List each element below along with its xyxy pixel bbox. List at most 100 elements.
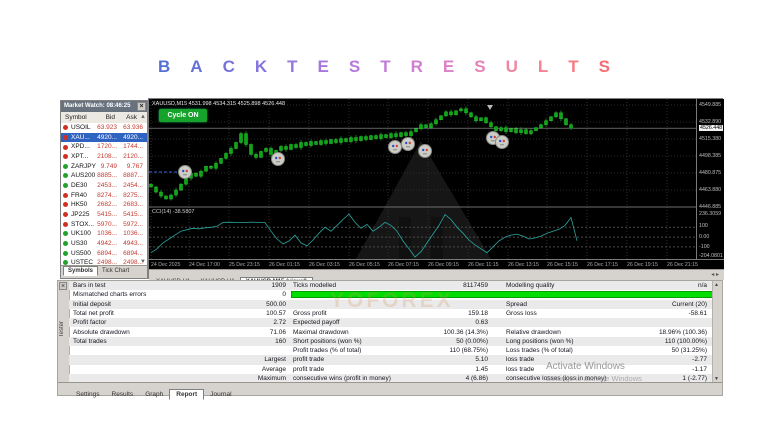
symbol-status-icon (63, 250, 68, 256)
market-watch-row[interactable]: STOX... 5970... 5972... (61, 219, 147, 230)
price-chart (149, 99, 696, 259)
report-value: -2.77 (692, 356, 707, 364)
report-label: Long positions (won %) (506, 337, 574, 345)
bid-value: 4920... (97, 133, 117, 141)
report-label: profit trade (293, 365, 325, 373)
indicator-axis-label: 236.3059 (699, 211, 722, 217)
time-axis-label: 26 Dec 01:15 (269, 262, 300, 268)
ask-value: 2454... (123, 181, 143, 189)
report-value: 160 (275, 337, 286, 345)
time-axis-label: 24 Dec 2025 (151, 262, 181, 268)
time-axis-label: 26 Dec 09:15 (428, 262, 459, 268)
price-axis-label: 4498.385 (699, 153, 722, 159)
report-label: Short positions (won %) (293, 337, 362, 345)
report-label: Gross profit (293, 309, 327, 317)
report-label: Relative drawdown (506, 328, 561, 336)
title-letter: T (380, 57, 391, 76)
market-watch-row[interactable]: UK100 1036... 1036... (61, 229, 147, 239)
market-watch-row[interactable]: DE30 2453... 2454... (61, 180, 147, 191)
tab-symbols[interactable]: Symbols (63, 266, 99, 276)
title-letter: U (505, 57, 518, 76)
activate-windows-watermark: Activate Windows (546, 361, 625, 372)
title-letter: E (317, 57, 329, 76)
tester-tab-graph[interactable]: Graph (139, 390, 169, 399)
market-watch-row[interactable]: US30 4942... 4943... (61, 238, 147, 249)
report-label: Modelling quality (506, 282, 555, 289)
report-value: 0.63 (475, 319, 488, 327)
report-value: 110 (100.00%) (664, 337, 707, 345)
symbol-name: DE30 (71, 181, 88, 189)
ask-value: 8275... (123, 191, 143, 199)
report-row: Total net profit 100.57 Gross profit 159.18… (69, 309, 715, 318)
market-watch-row[interactable]: AUS200 8885... 8887... (61, 171, 147, 181)
column-symbol: Symbol (65, 114, 87, 121)
ask-value: 2683... (123, 201, 143, 209)
symbol-name: XPD... (71, 143, 90, 151)
market-watch-row[interactable]: XAU... 4920... 4920... (61, 132, 147, 143)
price-axis-label: 4549.885 (699, 102, 722, 108)
market-watch-row[interactable]: JP225 5415... 5415... (61, 209, 147, 220)
time-axis: 24 Dec 2025 24 Dec 17:00 25 Dec 23:15 26 De… (149, 259, 724, 269)
report-value: 500.00 (266, 300, 286, 308)
indicator-label: CCI(14) -38.5807 (152, 209, 195, 215)
symbol-status-icon (63, 231, 68, 237)
symbol-status-icon (63, 202, 68, 208)
tester-panel: × Tester Bars in test 1909 Ticks modelled 8… (57, 280, 723, 400)
symbol-status-icon (63, 134, 68, 140)
tester-tab-results[interactable]: Results (106, 390, 140, 399)
candles-group (149, 106, 573, 201)
symbol-name: UK100 (71, 230, 91, 238)
report-value: 50 (31.25%) (671, 347, 707, 355)
time-axis-label: 26 Dec 15:15 (547, 262, 578, 268)
report-label: Profit factor (73, 319, 107, 327)
tester-tab-report[interactable]: Report (169, 389, 205, 400)
column-ask: Ask (126, 114, 137, 121)
modelling-quality-bar (291, 291, 715, 299)
market-watch-row[interactable]: XPD... 1720... 1744... (61, 142, 147, 152)
market-watch-row[interactable]: US500 6894... 6894... (61, 248, 147, 259)
market-watch-row[interactable]: FR40 8274... 8275... (61, 190, 147, 201)
symbol-name: US500 (71, 249, 91, 257)
market-watch-row[interactable]: XPT... 2108... 2120... (61, 151, 147, 162)
bid-value: 1036... (97, 230, 117, 238)
report-value: -1.17 (692, 365, 707, 373)
close-icon[interactable]: × (137, 102, 146, 111)
close-icon[interactable]: × (59, 282, 67, 290)
scroll-up-icon[interactable]: ▲ (714, 282, 719, 288)
report-label: Gross loss (506, 309, 537, 317)
cycle-on-button[interactable]: Cycle ON (159, 109, 207, 122)
report-label: Total trades (73, 337, 107, 345)
price-axis-label: 4480.875 (699, 170, 722, 176)
symbol-name: XPT... (71, 152, 89, 160)
tester-tab-settings[interactable]: Settings (70, 390, 106, 399)
market-watch-row[interactable]: ZARJPY 9.749 9.767 (61, 161, 147, 172)
market-watch-row[interactable]: HK50 2682... 2683... (61, 200, 147, 210)
time-axis-label: 26 Dec 19:15 (627, 262, 658, 268)
symbol-name: USOIL (71, 124, 91, 131)
report-row: Mismatched charts errors 0 (69, 290, 715, 299)
tab-tick-chart[interactable]: Tick Chart (98, 267, 133, 275)
market-watch-row[interactable]: USOIL 63.923 63.936 (61, 123, 147, 133)
tab-scroll-arrows-icon[interactable]: ◂ ▸ (711, 271, 719, 278)
symbol-status-icon (63, 183, 68, 189)
page-title: BACKTESTRESULTS (0, 57, 768, 77)
time-axis-label: 24 Dec 17:00 (189, 262, 220, 268)
bid-value: 5415... (97, 210, 117, 218)
report-scrollbar[interactable]: ▲ ▼ (712, 281, 722, 383)
report-value: 8117459 (463, 282, 488, 289)
scroll-up-icon[interactable]: ▲ (140, 114, 146, 120)
report-value: 1909 (271, 282, 286, 289)
bid-value: 2682... (97, 201, 117, 209)
symbol-name: JP225 (71, 210, 90, 218)
ask-value: 5972... (123, 220, 143, 228)
report-value: n/a (697, 282, 707, 289)
title-letter: T (568, 57, 579, 76)
title-letter: E (442, 57, 455, 76)
time-axis-label: 26 Dec 11:15 (468, 262, 499, 268)
report-label: Ticks modelled (293, 282, 337, 289)
report-row: Profit factor 2.72 Expected payoff 0.63 (69, 318, 715, 328)
trade-marker-icon (271, 152, 285, 166)
tester-tab-journal[interactable]: Journal (204, 390, 237, 399)
title-letter: T (287, 57, 298, 76)
ask-value: 63.936 (123, 124, 143, 131)
